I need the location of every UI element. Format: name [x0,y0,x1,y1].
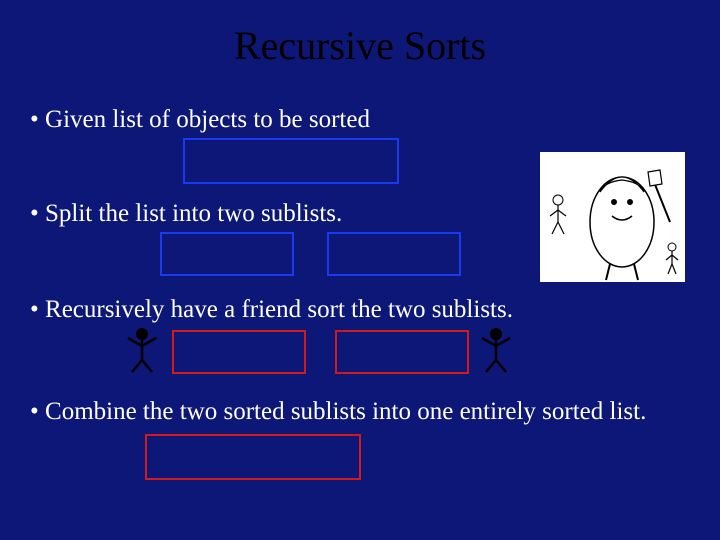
slide-title: Recursive Sorts [0,22,720,69]
bullet-2: Split the list into two sublists. [30,200,342,228]
slide: Recursive Sorts Given list of objects to… [0,0,720,540]
friend-right-icon [476,326,516,380]
bullet-4: Combine the two sorted sublists into one… [30,398,646,426]
box-sublist-b [327,232,461,276]
clipart-image [540,152,685,282]
box-combined-list [145,434,361,480]
box-sorted-b [335,330,469,374]
box-full-list [183,138,399,184]
bullet-1: Given list of objects to be sorted [30,106,370,134]
bullet-3: Recursively have a friend sort the two s… [30,296,513,324]
box-sorted-a [172,330,306,374]
box-sublist-a [160,232,294,276]
troll-illustration-icon [540,152,685,282]
friend-left-icon [122,326,162,380]
